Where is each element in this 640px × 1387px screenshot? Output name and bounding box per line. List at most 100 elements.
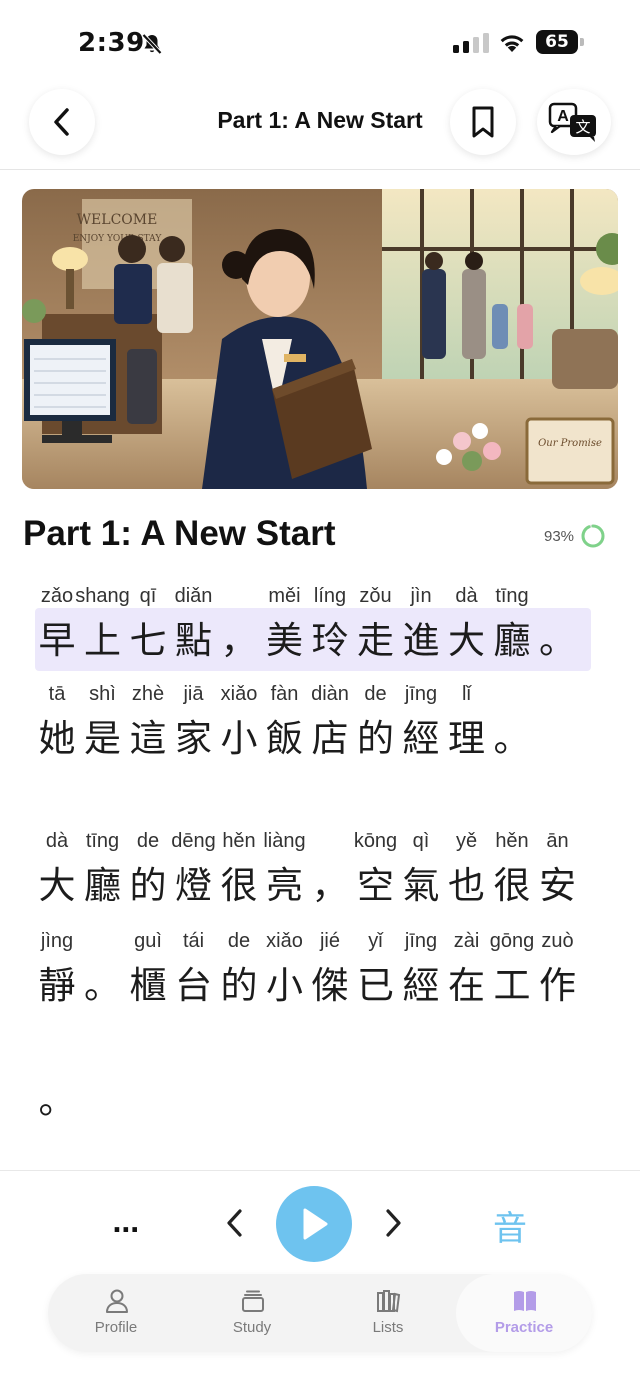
hanzi: 。 <box>38 1079 76 1122</box>
enjoy-sign: ENJOY YOUR STAY <box>73 234 163 244</box>
hanzi: 玲 <box>311 619 349 662</box>
hanzi: 已 <box>357 964 394 1007</box>
nav-bar: Part 1: A New Start A 文 <box>0 84 640 170</box>
more-button[interactable]: ... <box>112 1209 140 1239</box>
hanzi: 她 <box>38 717 76 760</box>
chapter-title: Part 1: A New Start <box>23 514 336 553</box>
hanzi: 燈 <box>175 864 212 907</box>
play-button[interactable] <box>276 1186 352 1262</box>
previous-button[interactable] <box>222 1207 248 1239</box>
bell-muted-icon <box>142 33 162 55</box>
back-button[interactable] <box>29 89 95 155</box>
bookmark-button[interactable] <box>450 89 516 155</box>
hanzi: 大 <box>38 864 76 907</box>
stack-icon <box>242 1290 264 1312</box>
tab-label-study: Study <box>232 1319 272 1336</box>
character[interactable]: 。 <box>490 683 534 763</box>
text-line[interactable]: dà 大 tīng 廳 de 的 dēng 燈 hěn 很 liàng 亮， kōng 空 qì 氣 yě 也 hě… <box>35 830 591 910</box>
text-line[interactable]: jìng 靜。 guì 櫃 tái 台 de 的 xiǎo 小 jié 傑 yǐ 已 jīng 經 zài 在 gō… <box>35 930 591 1010</box>
hanzi: 在 <box>448 964 485 1007</box>
tab-bar: Profile Study Lists Practice <box>48 1274 592 1352</box>
hanzi: 上 <box>84 619 121 662</box>
hanzi: 飯 <box>266 717 303 760</box>
hanzi: 的 <box>357 717 394 760</box>
tab-label-lists: Lists <box>372 1319 404 1336</box>
progress-percent: 93% <box>544 527 575 545</box>
status-bar: 2:39 65 <box>0 0 640 84</box>
books-icon <box>377 1290 401 1313</box>
hanzi: 廳 <box>493 619 531 662</box>
character[interactable]: 。 <box>35 1045 79 1125</box>
hanzi: 家 <box>175 717 212 760</box>
chevron-left-icon <box>54 108 69 136</box>
translate-icon: A 文 <box>548 102 596 142</box>
character[interactable]: liàng 亮 <box>263 830 307 910</box>
person-icon <box>106 1289 128 1313</box>
hanzi: 氣 <box>402 864 440 907</box>
character[interactable]: diǎn 點 <box>172 585 216 665</box>
hanzi: 很 <box>220 864 258 907</box>
hanzi: 經 <box>402 964 440 1007</box>
translate-button[interactable]: A 文 <box>537 89 611 155</box>
svg-text:A: A <box>557 108 569 125</box>
hanzi: 店 <box>311 717 349 760</box>
text-line[interactable]: 。 <box>35 1045 91 1125</box>
status-time: 2:39 <box>78 28 145 58</box>
battery-icon: 65 <box>536 30 584 54</box>
hanzi: 也 <box>448 864 485 907</box>
hanzi: 。 <box>84 964 121 1007</box>
hanzi: ， <box>220 619 258 662</box>
pinyin-toggle-button[interactable]: 音 <box>493 1201 527 1250</box>
hanzi: 美 <box>266 619 303 662</box>
welcome-sign: WELCOME <box>77 212 158 228</box>
hanzi: 。 <box>539 619 576 662</box>
character[interactable]: zuò 作 <box>536 930 580 1010</box>
hanzi: 台 <box>175 964 212 1007</box>
hanzi: 早 <box>38 619 76 662</box>
hanzi: 點 <box>175 619 212 662</box>
tab-study[interactable]: Study <box>184 1274 320 1352</box>
story-illustration: WELCOME ENJOY YOUR STAY Our Promise <box>22 189 618 489</box>
hanzi: 走 <box>357 619 394 662</box>
hanzi: 這 <box>129 717 167 760</box>
nav-title: Part 1: A New Start <box>217 107 423 133</box>
hanzi: 空 <box>357 864 394 907</box>
tab-profile[interactable]: Profile <box>48 1274 184 1352</box>
character[interactable]: ān 安 <box>536 830 580 910</box>
next-button[interactable] <box>380 1207 406 1239</box>
hanzi: 小 <box>220 717 258 760</box>
hanzi: 理 <box>448 717 485 760</box>
progress-ring-icon <box>581 524 605 548</box>
character[interactable]: jìng 靜 <box>35 930 79 1010</box>
signal-icon <box>453 33 489 53</box>
hanzi: 經 <box>402 717 440 760</box>
hanzi: 小 <box>266 964 303 1007</box>
character[interactable]: lǐ 理 <box>445 683 489 763</box>
tab-practice[interactable]: Practice <box>456 1274 592 1352</box>
hanzi: 七 <box>129 619 167 662</box>
hanzi: 櫃 <box>129 964 167 1007</box>
text-line[interactable]: tā 她 shì 是 zhè 這 jiā 家 xiǎo 小 fàn 飯 diàn 店 de 的 jīng 經 lǐ 理… <box>35 683 546 763</box>
tab-label-profile: Profile <box>94 1319 138 1336</box>
progress-indicator: 93% <box>544 523 606 549</box>
hanzi: 的 <box>129 864 167 907</box>
hanzi: 的 <box>220 964 258 1007</box>
character[interactable]: 。 <box>536 585 580 665</box>
text-line[interactable]: zǎo 早 shang 上 qī 七 diǎn 點， měi 美 líng 玲 zǒu 走 jìn 進 dà 大 t… <box>35 585 591 671</box>
bookmark-icon <box>472 106 494 138</box>
hanzi: 廳 <box>84 864 121 907</box>
pinyin: ān <box>546 830 569 852</box>
pinyin: liàng <box>263 830 306 852</box>
hanzi: 安 <box>539 864 576 907</box>
pinyin: jìng <box>40 930 74 952</box>
promise-sign: Our Promise <box>538 438 602 449</box>
hanzi: 工 <box>493 964 531 1007</box>
tab-lists[interactable]: Lists <box>320 1274 456 1352</box>
pinyin: tīng <box>495 585 529 607</box>
hanzi: 大 <box>448 619 485 662</box>
character[interactable]: tīng 廳 <box>490 585 534 665</box>
open-book-icon <box>514 1291 536 1311</box>
hanzi: 是 <box>84 717 121 760</box>
pinyin: zuò <box>541 930 574 952</box>
play-icon <box>303 1208 328 1240</box>
